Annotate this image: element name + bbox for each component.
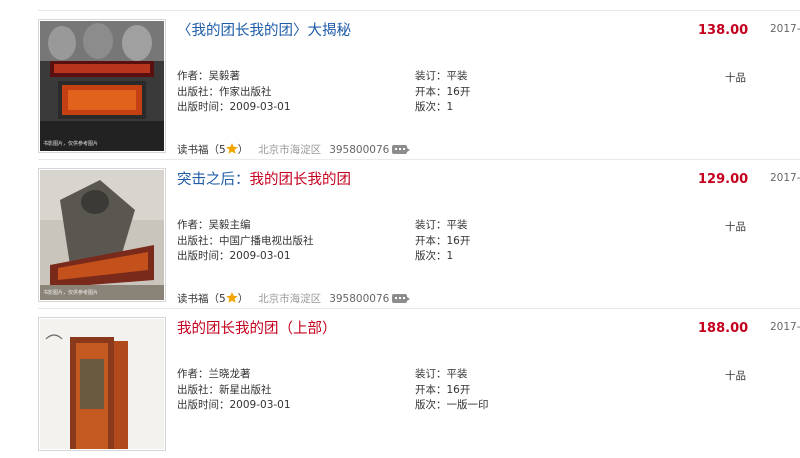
result-row: 书影图片，仅供参考图片 〈我的团长我的团〉大揭秘 作者：吴毅著 出版社：作家出版…: [38, 10, 800, 160]
result-row: 书影图片，仅供参考图片 突击之后：我的团长我的团 作者：吴毅主编 出版社：中国广…: [38, 159, 800, 309]
book-title-link[interactable]: 〈我的团长我的团〉大揭秘: [177, 20, 351, 42]
book-cover-image[interactable]: 书影图片，仅供参考图片: [38, 168, 166, 302]
qq-number: 395800076: [329, 144, 390, 156]
shop-rating-close: ）: [237, 293, 249, 305]
listed-date: 2017-: [770, 321, 800, 333]
edition: 版次：1: [415, 101, 454, 113]
shop-location: 北京市海淀区: [258, 293, 322, 305]
price: 138.00: [698, 23, 749, 38]
seller-info: 读书福（5 ） 北京市海淀区 395800076: [177, 291, 411, 307]
title-part: 突击之后：: [177, 172, 250, 188]
qq-number: 395800076: [329, 293, 390, 305]
star-rating-icon: [225, 143, 238, 154]
edition: 版次：一版一印: [415, 399, 489, 411]
cover-caption: 书影图片，仅供参考图片: [43, 141, 99, 147]
book-cover-image[interactable]: [38, 317, 166, 451]
format: 开本：16开: [415, 85, 471, 98]
result-row: 我的团长我的团（上部） 作者：兰晓龙著 出版社：新星出版社 出版时间：2009-…: [38, 308, 800, 458]
cover-illustration: [40, 319, 164, 449]
publish-date: 出版时间：2009-03-01: [177, 399, 291, 411]
publish-date: 出版时间：2009-03-01: [177, 101, 291, 113]
author: 作者：吴毅主编: [177, 219, 251, 231]
quality: 十品: [725, 370, 746, 382]
book-title-link[interactable]: 我的团长我的团（上部）: [177, 318, 337, 340]
cover-caption: 书影图片，仅供参考图片: [43, 290, 99, 296]
format: 开本：16开: [415, 234, 471, 247]
shop-name: 读书福（5: [177, 144, 226, 156]
title-part: 我的团长我的团: [249, 172, 352, 188]
book-title-link[interactable]: 突击之后：我的团长我的团: [177, 169, 351, 191]
message-icon[interactable]: [392, 145, 411, 154]
binding: 装订：平装: [415, 219, 468, 231]
quality: 十品: [725, 72, 746, 84]
publisher: 出版社：作家出版社: [177, 85, 272, 98]
publisher: 出版社：中国广播电视出版社: [177, 234, 314, 247]
shop-name-link[interactable]: 读书福（5 ）: [177, 143, 249, 156]
publisher: 出版社：新星出版社: [177, 383, 272, 396]
publish-date: 出版时间：2009-03-01: [177, 250, 291, 262]
cover-art-grey: 书影图片，仅供参考图片: [40, 170, 164, 300]
binding: 装订：平装: [415, 368, 468, 380]
book-cover-image[interactable]: 书影图片，仅供参考图片: [38, 19, 166, 153]
binding: 装订：平装: [415, 70, 468, 82]
book-meta-right: 装订：平装 开本：16开 版次：1: [415, 69, 470, 116]
cover-art-box: [40, 319, 164, 449]
cover-illustration: [40, 21, 164, 151]
listed-date: 2017-: [770, 172, 800, 184]
seller-info: 读书福（5 ） 北京市海淀区 395800076: [177, 142, 411, 158]
title-part: 我的团长我的团（上部）: [177, 321, 337, 337]
message-icon[interactable]: [392, 294, 411, 303]
cover-art-dark: 书影图片，仅供参考图片: [40, 21, 164, 151]
listed-date: 2017-: [770, 23, 800, 35]
author: 作者：吴毅著: [177, 70, 240, 82]
price: 188.00: [698, 321, 749, 336]
format: 开本：16开: [415, 383, 471, 396]
shop-rating-close: ）: [237, 144, 249, 156]
author: 作者：兰晓龙著: [177, 368, 251, 380]
shop-name: 读书福（5: [177, 293, 226, 305]
shop-name-link[interactable]: 读书福（5 ）: [177, 292, 249, 305]
star-rating-icon: [225, 292, 238, 303]
title-part: 〈我的团长我的团〉: [177, 23, 308, 39]
book-meta-right: 装订：平装 开本：16开 版次：1: [415, 218, 470, 265]
edition: 版次：1: [415, 250, 454, 262]
book-meta-left: 作者：吴毅主编 出版社：中国广播电视出版社 出版时间：2009-03-01: [177, 218, 314, 265]
cover-illustration: [40, 170, 164, 300]
price: 129.00: [698, 172, 749, 187]
book-meta-left: 作者：兰晓龙著 出版社：新星出版社 出版时间：2009-03-01: [177, 367, 291, 414]
shop-location: 北京市海淀区: [258, 144, 322, 156]
book-meta-right: 装订：平装 开本：16开 版次：一版一印: [415, 367, 489, 414]
title-part: 大揭秘: [307, 23, 352, 39]
book-meta-left: 作者：吴毅著 出版社：作家出版社 出版时间：2009-03-01: [177, 69, 291, 116]
quality: 十品: [725, 221, 746, 233]
